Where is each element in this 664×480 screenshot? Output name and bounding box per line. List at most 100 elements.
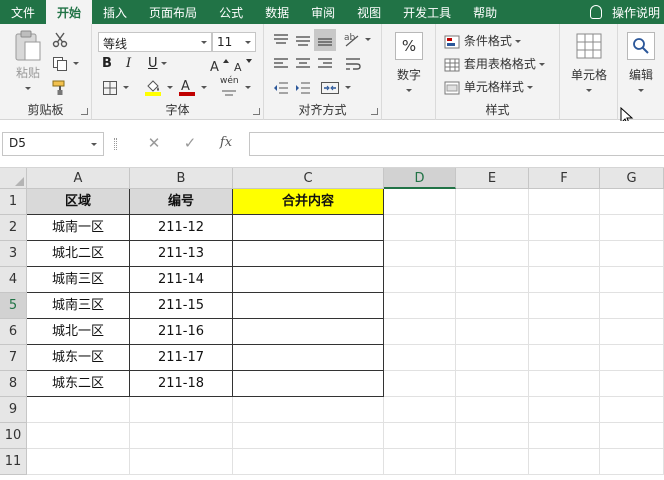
cell-c7[interactable] [233, 345, 384, 371]
align-center-icon[interactable] [294, 56, 312, 72]
font-grow-icon[interactable]: A [210, 57, 230, 73]
cell-d1[interactable] [384, 189, 456, 215]
cell-e3[interactable] [456, 241, 529, 267]
cut-icon[interactable] [52, 32, 68, 48]
cell-e7[interactable] [456, 345, 529, 371]
cell-f6[interactable] [529, 319, 600, 345]
tab-home[interactable]: 开始 [46, 0, 93, 24]
cell-g3[interactable] [600, 241, 664, 267]
cell-g4[interactable] [600, 267, 664, 293]
cell-d3[interactable] [384, 241, 456, 267]
editing-button[interactable]: 编辑 [620, 32, 662, 97]
tab-file[interactable]: 文件 [0, 0, 46, 24]
cell-b11[interactable] [130, 449, 233, 475]
tell-me-box[interactable]: 操作说明 [589, 0, 664, 24]
cell-b1[interactable]: 编号 [130, 189, 233, 215]
row-header-7[interactable]: 7 [0, 345, 27, 371]
cell-a3[interactable]: 城北二区 [27, 241, 130, 267]
cell-g8[interactable] [600, 371, 664, 397]
cells-dropdown-icon[interactable] [586, 89, 592, 92]
cell-g6[interactable] [600, 319, 664, 345]
enter-icon[interactable]: ✓ [180, 133, 200, 153]
tab-review[interactable]: 审阅 [300, 0, 346, 24]
cell-g9[interactable] [600, 397, 664, 423]
cell-f5[interactable] [529, 293, 600, 319]
cell-e9[interactable] [456, 397, 529, 423]
cell-f1[interactable] [529, 189, 600, 215]
borders-icon[interactable] [102, 80, 118, 96]
column-header-b[interactable]: B [130, 168, 233, 189]
align-right-icon[interactable] [316, 56, 334, 72]
cell-e1[interactable] [456, 189, 529, 215]
column-header-d[interactable]: D [384, 168, 456, 189]
increase-indent-icon[interactable] [294, 80, 312, 96]
row-header-8[interactable]: 8 [0, 371, 27, 397]
cell-f8[interactable] [529, 371, 600, 397]
tab-page-layout[interactable]: 页面布局 [138, 0, 208, 24]
cell-a11[interactable] [27, 449, 130, 475]
cell-b5[interactable]: 211-15 [130, 293, 233, 319]
row-header-5[interactable]: 5 [0, 293, 27, 319]
row-header-11[interactable]: 11 [0, 449, 27, 475]
cell-g10[interactable] [600, 423, 664, 449]
underline-dropdown-icon[interactable] [160, 62, 167, 65]
font-color-icon[interactable]: A [178, 78, 196, 96]
merge-center-icon[interactable] [320, 80, 340, 96]
align-left-icon[interactable] [272, 56, 290, 72]
cell-a2[interactable]: 城南一区 [27, 215, 130, 241]
cell-c9[interactable] [233, 397, 384, 423]
cell-b3[interactable]: 211-13 [130, 241, 233, 267]
cell-a9[interactable] [27, 397, 130, 423]
align-middle-icon[interactable] [294, 32, 312, 48]
cell-f9[interactable] [529, 397, 600, 423]
cell-a5[interactable]: 城南三区 [27, 293, 130, 319]
cell-a4[interactable]: 城南三区 [27, 267, 130, 293]
formula-bar-splitter[interactable] [114, 138, 117, 150]
cell-f2[interactable] [529, 215, 600, 241]
cell-a6[interactable]: 城北一区 [27, 319, 130, 345]
row-header-1[interactable]: 1 [0, 189, 27, 215]
row-header-9[interactable]: 9 [0, 397, 27, 423]
cell-d8[interactable] [384, 371, 456, 397]
cell-b9[interactable] [130, 397, 233, 423]
cell-c3[interactable] [233, 241, 384, 267]
cell-f7[interactable] [529, 345, 600, 371]
borders-dropdown-icon[interactable] [123, 86, 129, 89]
wrap-text-icon[interactable] [344, 56, 362, 72]
fill-color-dropdown-icon[interactable] [167, 86, 173, 89]
font-launcher-icon[interactable] [253, 108, 260, 115]
font-shrink-icon[interactable]: A [234, 57, 254, 73]
font-name-combo[interactable]: 等线 [98, 32, 212, 52]
cell-f11[interactable] [529, 449, 600, 475]
cell-d11[interactable] [384, 449, 456, 475]
cell-e4[interactable] [456, 267, 529, 293]
align-bottom-button[interactable] [314, 29, 336, 51]
name-box[interactable]: D5 [2, 132, 104, 156]
phonetic-dropdown-icon[interactable] [245, 86, 251, 89]
cell-f3[interactable] [529, 241, 600, 267]
cell-a7[interactable]: 城东一区 [27, 345, 130, 371]
merge-center-dropdown-icon[interactable] [345, 86, 351, 89]
tab-developer[interactable]: 开发工具 [392, 0, 462, 24]
column-header-e[interactable]: E [456, 168, 529, 189]
cell-c2[interactable] [233, 215, 384, 241]
cell-a10[interactable] [27, 423, 130, 449]
cell-e10[interactable] [456, 423, 529, 449]
cell-a8[interactable]: 城东二区 [27, 371, 130, 397]
cell-e11[interactable] [456, 449, 529, 475]
cell-d4[interactable] [384, 267, 456, 293]
cell-c6[interactable] [233, 319, 384, 345]
conditional-format-button[interactable]: 条件格式 [444, 32, 521, 49]
column-header-f[interactable]: F [529, 168, 600, 189]
number-dropdown-icon[interactable] [406, 89, 412, 92]
tab-help[interactable]: 帮助 [462, 0, 508, 24]
row-header-6[interactable]: 6 [0, 319, 27, 345]
insert-function-button[interactable]: fx [216, 133, 236, 153]
fill-color-icon[interactable] [144, 78, 162, 96]
formula-input[interactable] [249, 132, 664, 156]
row-header-3[interactable]: 3 [0, 241, 27, 267]
row-header-10[interactable]: 10 [0, 423, 27, 449]
column-header-a[interactable]: A [27, 168, 130, 189]
bold-button[interactable]: B [102, 56, 112, 71]
cell-c8[interactable] [233, 371, 384, 397]
